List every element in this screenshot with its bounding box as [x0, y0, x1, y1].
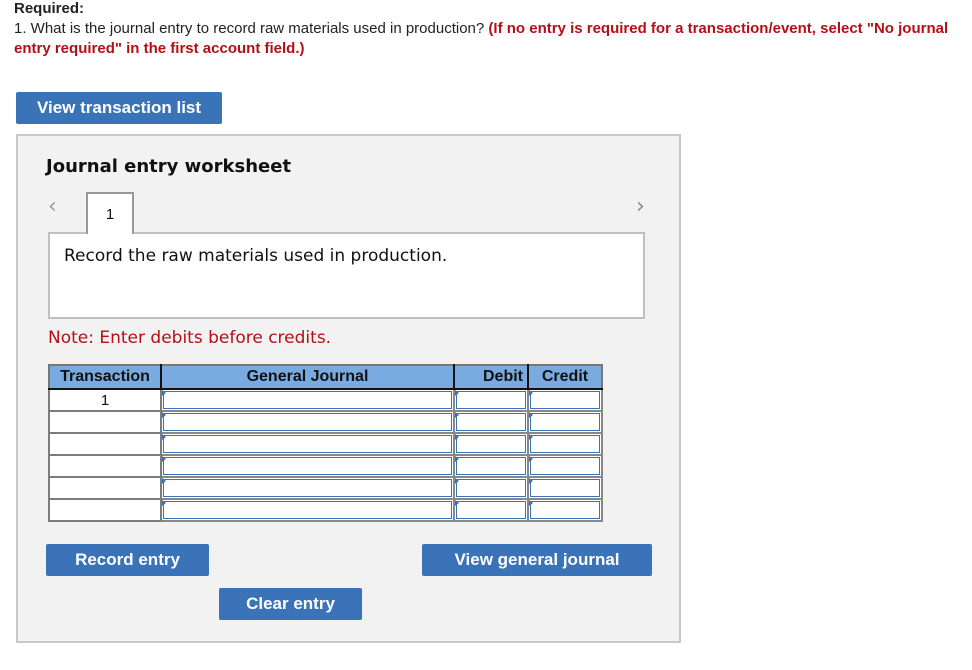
- transaction-number-cell: [48, 432, 162, 456]
- worksheet-title: Journal entry worksheet: [46, 156, 292, 177]
- input-marker-icon: [529, 434, 533, 440]
- credit-field[interactable]: [527, 388, 603, 412]
- input-marker-icon: [162, 478, 166, 484]
- column-header-transaction: Transaction: [49, 365, 162, 390]
- input-marker-icon: [455, 412, 459, 418]
- journal-table: Transaction General Journal Debit Credit…: [48, 364, 603, 522]
- chevron-left-icon[interactable]: ‹: [48, 194, 57, 219]
- account-field[interactable]: [160, 454, 455, 478]
- column-header-credit: Credit: [528, 365, 602, 390]
- account-field[interactable]: [160, 498, 455, 522]
- debit-field[interactable]: [453, 498, 529, 522]
- account-field[interactable]: [160, 476, 455, 500]
- transaction-number-cell: [48, 454, 162, 478]
- input-marker-icon: [455, 500, 459, 506]
- transaction-number-cell: 1: [48, 388, 162, 412]
- input-marker-icon: [162, 434, 166, 440]
- journal-entry-worksheet: Journal entry worksheet ‹ › 1 Record the…: [16, 134, 681, 643]
- debit-field[interactable]: [453, 454, 529, 478]
- journal-header-row: Transaction General Journal Debit Credit: [49, 365, 602, 390]
- tab-transaction-1[interactable]: 1: [86, 192, 134, 234]
- column-header-general-journal: General Journal: [161, 365, 455, 390]
- debit-field[interactable]: [453, 388, 529, 412]
- input-marker-icon: [529, 456, 533, 462]
- journal-row: [48, 498, 603, 522]
- credit-field[interactable]: [527, 410, 603, 434]
- debit-field[interactable]: [453, 432, 529, 456]
- credit-field[interactable]: [527, 432, 603, 456]
- view-general-journal-button[interactable]: View general journal: [422, 544, 652, 576]
- debit-credit-note: Note: Enter debits before credits.: [48, 328, 332, 348]
- record-entry-button[interactable]: Record entry: [46, 544, 209, 576]
- transaction-description: Record the raw materials used in product…: [64, 246, 448, 266]
- input-marker-icon: [162, 412, 166, 418]
- clear-entry-button[interactable]: Clear entry: [219, 588, 362, 620]
- transaction-number-cell: [48, 476, 162, 500]
- question-body: 1. What is the journal entry to record r…: [14, 20, 489, 37]
- journal-row: [48, 476, 603, 500]
- journal-row: [48, 454, 603, 478]
- credit-field[interactable]: [527, 498, 603, 522]
- question-text: 1. What is the journal entry to record r…: [14, 19, 959, 59]
- debit-field[interactable]: [453, 410, 529, 434]
- input-marker-icon: [162, 500, 166, 506]
- input-marker-icon: [529, 500, 533, 506]
- input-marker-icon: [455, 456, 459, 462]
- journal-row: [48, 410, 603, 434]
- required-label: Required:: [14, 0, 85, 17]
- account-field[interactable]: [160, 432, 455, 456]
- input-marker-icon: [529, 412, 533, 418]
- transaction-number-cell: [48, 410, 162, 434]
- input-marker-icon: [529, 478, 533, 484]
- credit-field[interactable]: [527, 454, 603, 478]
- column-header-debit: Debit: [454, 365, 529, 390]
- input-marker-icon: [162, 456, 166, 462]
- input-marker-icon: [455, 434, 459, 440]
- input-marker-icon: [455, 478, 459, 484]
- transaction-number-cell: [48, 498, 162, 522]
- debit-field[interactable]: [453, 476, 529, 500]
- input-marker-icon: [162, 390, 166, 396]
- input-marker-icon: [529, 390, 533, 396]
- transaction-description-box: Record the raw materials used in product…: [48, 232, 645, 319]
- chevron-right-icon[interactable]: ›: [636, 194, 645, 219]
- account-field[interactable]: [160, 388, 455, 412]
- journal-row: [48, 432, 603, 456]
- input-marker-icon: [455, 390, 459, 396]
- account-field[interactable]: [160, 410, 455, 434]
- journal-row: 1: [48, 388, 603, 412]
- credit-field[interactable]: [527, 476, 603, 500]
- view-transaction-list-button[interactable]: View transaction list: [16, 92, 222, 124]
